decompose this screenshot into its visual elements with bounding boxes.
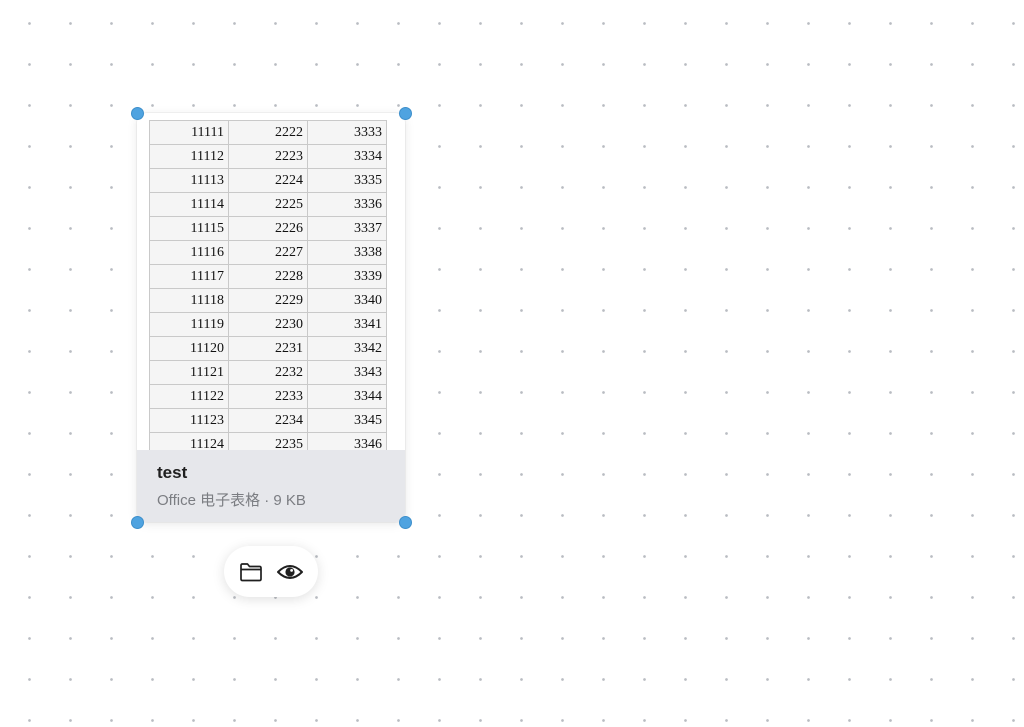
table-row: 11114 2225 3336	[149, 192, 387, 217]
table-row: 11120 2231 3342	[149, 336, 387, 361]
table-row: 11119 2230 3341	[149, 312, 387, 337]
table-cell: 3339	[307, 264, 387, 289]
table-cell: 2233	[228, 384, 308, 409]
table-row: 11116 2227 3338	[149, 240, 387, 265]
table-cell: 3338	[307, 240, 387, 265]
table-cell: 11124	[149, 432, 229, 450]
table-cell: 3346	[307, 432, 387, 450]
table-cell: 3333	[307, 120, 387, 145]
table-row: 11122 2233 3344	[149, 384, 387, 409]
table-cell: 2226	[228, 216, 308, 241]
table-cell: 11114	[149, 192, 229, 217]
table-row: 11113 2224 3335	[149, 168, 387, 193]
table-row: 11117 2228 3339	[149, 264, 387, 289]
folder-icon	[240, 563, 262, 582]
table-cell: 11111	[149, 120, 229, 145]
table-cell: 2229	[228, 288, 308, 313]
eye-icon	[277, 565, 303, 579]
table-cell: 11118	[149, 288, 229, 313]
table-cell: 3336	[307, 192, 387, 217]
table-cell: 11121	[149, 360, 229, 385]
spreadsheet-preview-table: 11111 2222 3333 11112 2223 3334 11113 2224 3335 1…	[149, 120, 387, 450]
table-cell: 2232	[228, 360, 308, 385]
table-cell: 11112	[149, 144, 229, 169]
file-name: test	[157, 463, 188, 482]
file-meta: Office 电子表格 · 9 KB	[157, 489, 306, 510]
table-cell: 2231	[228, 336, 308, 361]
table-cell: 3340	[307, 288, 387, 313]
resize-handle-bottom-left[interactable]	[131, 516, 144, 529]
table-cell: 3342	[307, 336, 387, 361]
resize-handle-bottom-right[interactable]	[399, 516, 412, 529]
table-row: 11118 2229 3340	[149, 288, 387, 313]
table-cell: 11116	[149, 240, 229, 265]
table-cell: 2223	[228, 144, 308, 169]
table-cell: 3345	[307, 408, 387, 433]
preview-button[interactable]	[276, 558, 304, 586]
table-cell: 2235	[228, 432, 308, 450]
table-cell: 2227	[228, 240, 308, 265]
table-cell: 11122	[149, 384, 229, 409]
table-cell: 11120	[149, 336, 229, 361]
table-row: 11123 2234 3345	[149, 408, 387, 433]
table-cell: 2222	[228, 120, 308, 145]
table-cell: 3344	[307, 384, 387, 409]
table-cell: 3334	[307, 144, 387, 169]
table-row: 11112 2223 3334	[149, 144, 387, 169]
table-cell: 11115	[149, 216, 229, 241]
table-cell: 2230	[228, 312, 308, 337]
table-cell: 3335	[307, 168, 387, 193]
resize-handle-top-right[interactable]	[399, 107, 412, 120]
table-cell: 2224	[228, 168, 308, 193]
table-cell: 2228	[228, 264, 308, 289]
file-card[interactable]: 11111 2222 3333 11112 2223 3334 11113 2224 3335 1…	[137, 113, 405, 522]
table-cell: 11123	[149, 408, 229, 433]
table-cell: 3343	[307, 360, 387, 385]
table-cell: 2225	[228, 192, 308, 217]
table-row: 11111 2222 3333	[149, 120, 387, 145]
open-folder-button[interactable]	[237, 558, 265, 586]
table-row: 11124 2235 3346	[149, 432, 387, 450]
table-row: 11121 2232 3343	[149, 360, 387, 385]
spreadsheet-preview: 11111 2222 3333 11112 2223 3334 11113 2224 3335 1…	[137, 113, 405, 450]
table-cell: 11119	[149, 312, 229, 337]
table-cell: 3337	[307, 216, 387, 241]
table-cell: 11113	[149, 168, 229, 193]
file-info: test Office 电子表格 · 9 KB	[137, 450, 405, 522]
table-row: 11115 2226 3337	[149, 216, 387, 241]
table-cell: 11117	[149, 264, 229, 289]
file-action-toolbar	[224, 546, 318, 597]
resize-handle-top-left[interactable]	[131, 107, 144, 120]
table-cell: 3341	[307, 312, 387, 337]
table-cell: 2234	[228, 408, 308, 433]
meta-separator: ·	[264, 492, 270, 509]
file-size: 9 KB	[273, 492, 306, 509]
file-type: Office 电子表格	[157, 492, 261, 509]
